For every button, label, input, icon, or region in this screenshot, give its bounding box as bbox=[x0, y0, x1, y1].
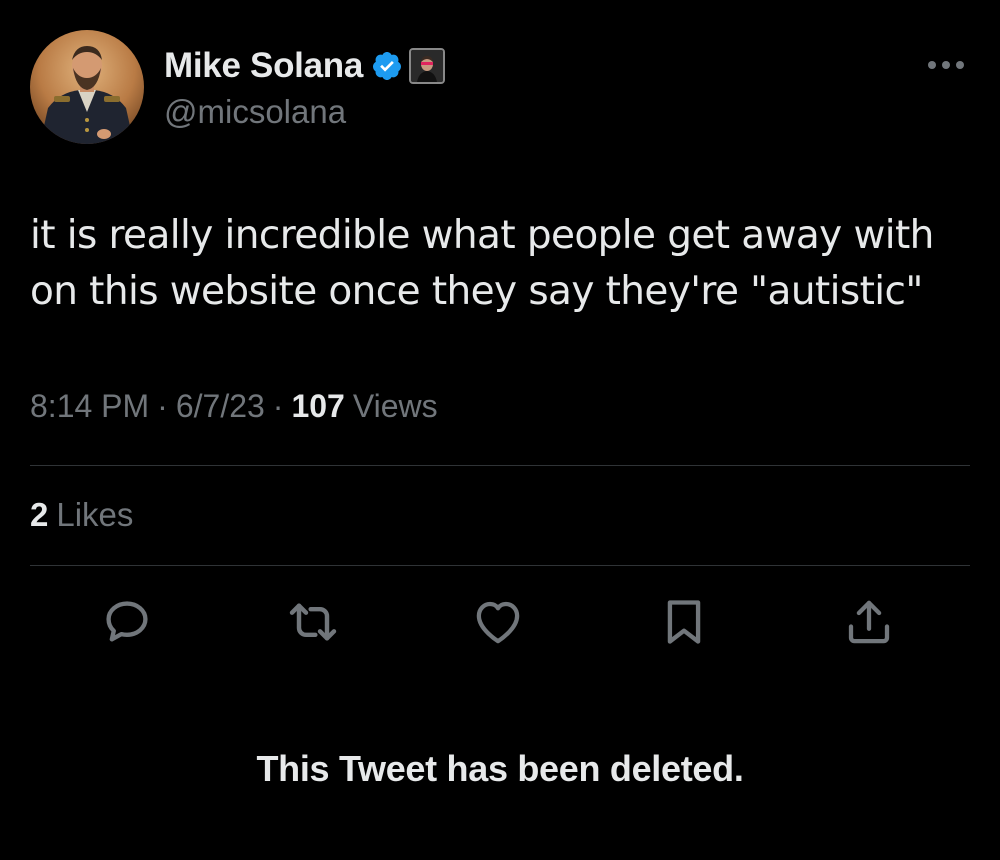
reply-icon bbox=[106, 601, 148, 642]
share-icon bbox=[848, 600, 890, 644]
retweet-button[interactable] bbox=[283, 592, 343, 652]
meta-separator: · bbox=[157, 388, 168, 424]
affiliate-portrait-badge-icon[interactable] bbox=[409, 48, 445, 84]
author-display-name[interactable]: Mike Solana bbox=[164, 46, 363, 86]
tweet-card: Mike Solana @micsolana it is really incr… bbox=[0, 0, 1000, 860]
reply-button[interactable] bbox=[97, 592, 157, 652]
tweet-meta: 8:14 PM · 6/7/23 · 107 Views bbox=[30, 388, 438, 425]
more-dots-icon bbox=[928, 61, 964, 69]
author-avatar[interactable] bbox=[30, 30, 144, 144]
tweet-date[interactable]: 6/7/23 bbox=[176, 388, 265, 425]
bookmark-icon bbox=[667, 600, 701, 644]
views-count[interactable]: 107 bbox=[291, 388, 344, 425]
likes-summary[interactable]: 2 Likes bbox=[30, 496, 133, 534]
portrait-avatar-icon bbox=[30, 30, 144, 144]
author-handle[interactable]: @micsolana bbox=[164, 93, 346, 131]
verified-badge-icon bbox=[371, 50, 403, 82]
tweet-text: it is really incredible what people get … bbox=[30, 213, 934, 314]
divider bbox=[30, 565, 970, 566]
like-button[interactable] bbox=[468, 592, 528, 652]
retweet-icon bbox=[289, 603, 337, 641]
bookmark-button[interactable] bbox=[654, 592, 714, 652]
divider bbox=[30, 465, 970, 466]
author-name-row[interactable]: Mike Solana bbox=[164, 44, 445, 88]
meta-separator: · bbox=[272, 388, 284, 424]
tweet-time[interactable]: 8:14 PM bbox=[30, 388, 149, 425]
likes-count: 2 bbox=[30, 496, 49, 533]
likes-label: Likes bbox=[56, 496, 134, 533]
views-label[interactable]: Views bbox=[353, 388, 438, 425]
tweet-deleted-notice: This Tweet has been deleted. bbox=[256, 748, 744, 789]
share-button[interactable] bbox=[839, 592, 899, 652]
more-options-button[interactable] bbox=[920, 48, 972, 82]
tweet-action-bar bbox=[0, 592, 1000, 652]
heart-icon bbox=[476, 601, 520, 644]
